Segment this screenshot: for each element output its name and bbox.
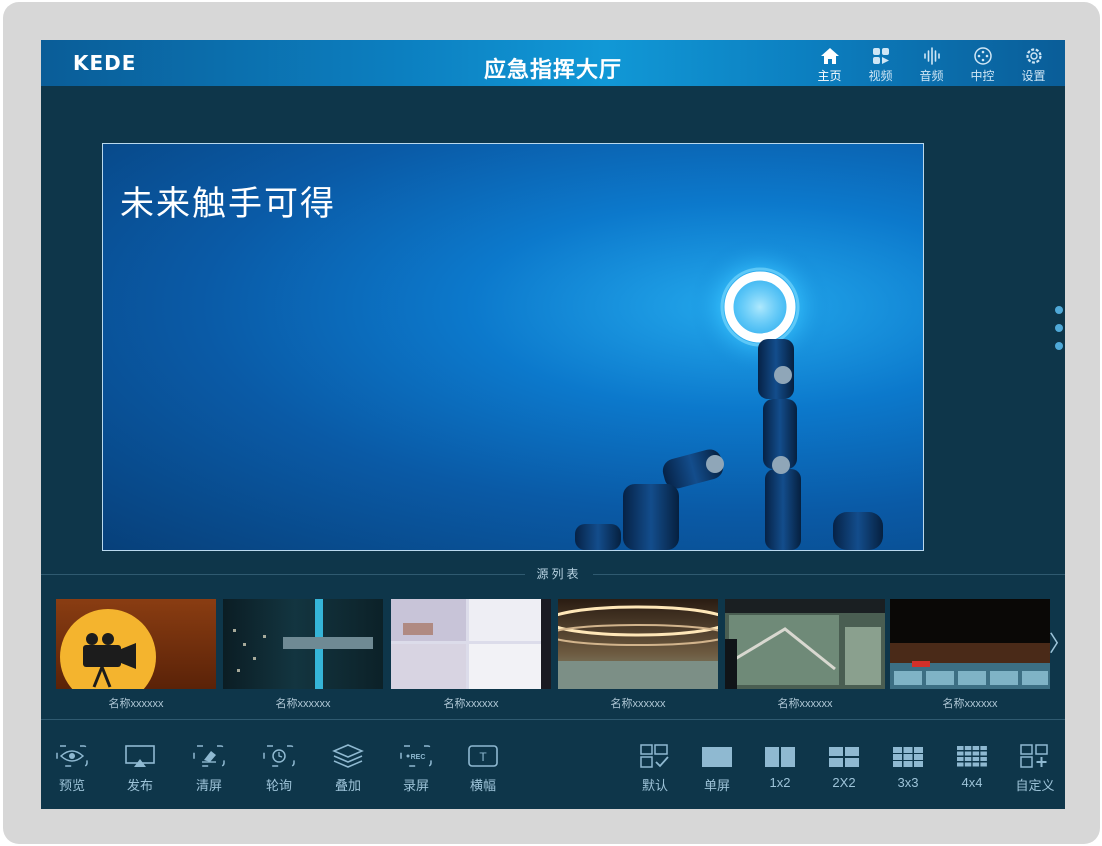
video-grid-icon [872,48,889,64]
source-name: 名称xxxxxx [443,698,499,710]
source-list-title: 源列表 [525,564,593,584]
overlay-button[interactable]: 叠加 [320,743,376,794]
gear-icon [1025,48,1042,64]
source-name: 名称xxxxxx [610,698,666,710]
nav-home-label: 主页 [817,69,842,83]
layout-2x2-label: 2X2 [832,775,856,790]
source-thumb[interactable] [558,599,718,689]
video-camera-icon [60,609,156,689]
main-preview-screen[interactable]: 未来触手可得 [102,143,924,551]
nav-settings[interactable]: 设置 [1008,44,1059,84]
nav-settings-label: 设置 [1021,69,1046,83]
layout-2x2-button[interactable]: 2X2 [816,743,872,790]
layout-3x3-icon [893,747,923,767]
nav-video[interactable]: 视频 [855,44,906,84]
layout-custom-label: 自定义 [1015,778,1055,793]
layout-1x1-icon [702,747,732,767]
eraser-icon [193,745,225,767]
layout-3x3-button[interactable]: 3x3 [880,743,936,790]
record-screen-label: 录屏 [402,778,429,793]
layout-4x4-button[interactable]: 4x4 [944,743,1000,790]
layers-icon [332,744,364,768]
nav-control[interactable]: 中控 [957,44,1008,84]
nav-audio[interactable]: 音频 [906,44,957,84]
publish-button[interactable]: 发布 [112,743,168,794]
nav-audio-label: 音频 [919,69,944,83]
eye-icon [56,745,88,767]
layout-3x3-label: 3x3 [897,775,919,790]
command-center-image [890,643,1050,689]
source-name: 名称xxxxxx [777,698,833,710]
layout-single-label: 单屏 [703,778,730,793]
source-next-arrow[interactable]: 〉 [1049,626,1065,658]
audio-wave-icon [923,47,940,65]
dot [1055,342,1063,350]
header-bar: KEDE 应急指挥大厅 主页 视频 音频 中控 设置 [41,40,1065,86]
preview-button[interactable]: 预览 [44,743,100,794]
publish-label: 发布 [126,778,153,793]
layout-4x4-icon [957,746,987,767]
layout-2x2-icon [829,747,859,767]
polling-label: 轮询 [265,778,292,793]
banner-label: 横幅 [469,778,496,793]
top-nav: 主页 视频 音频 中控 设置 [804,44,1059,84]
source-name: 名称xxxxxx [942,698,998,710]
more-options-handle[interactable] [1055,306,1063,360]
banner-badge: T [479,750,487,764]
layout-4x4-label: 4x4 [961,775,983,790]
source-thumb[interactable] [391,599,551,689]
banner-button[interactable]: T 横幅 [455,743,511,794]
control-icon [973,47,992,65]
surveillance-grid-image [725,599,885,689]
nav-control-label: 中控 [970,69,995,83]
rec-badge: REC [411,754,426,761]
room-monitor-image [391,599,551,689]
preview-slogan: 未来触手可得 [120,185,336,223]
record-screen-button[interactable]: REC 录屏 [388,743,444,794]
video-wall-image [558,605,718,689]
layout-custom-button[interactable]: 自定义 [1007,743,1063,794]
control-room-image [233,599,373,689]
source-name: 名称xxxxxx [108,698,164,710]
source-thumb[interactable] [725,599,885,689]
layout-default-icon [640,744,669,768]
dot [1055,306,1063,314]
clear-screen-button[interactable]: 清屏 [181,743,237,794]
layout-1x2-button[interactable]: 1x2 [752,743,808,790]
layout-1x2-icon [765,747,795,767]
nav-home[interactable]: 主页 [804,44,855,84]
source-name: 名称xxxxxx [275,698,331,710]
nav-video-label: 视频 [868,69,893,83]
polling-button[interactable]: 轮询 [251,743,307,794]
preview-label: 预览 [58,778,85,793]
overlay-label: 叠加 [334,778,361,793]
layout-default-button[interactable]: 默认 [627,743,683,794]
dot [1055,324,1063,332]
source-thumb[interactable] [890,599,1050,689]
home-icon [820,48,839,64]
layout-1x2-label: 1x2 [769,775,791,790]
banner-icon: T [468,745,498,767]
app-window: KEDE 应急指挥大厅 主页 视频 音频 中控 设置 未来触手可得 源列表 〈 … [41,40,1065,809]
layout-single-button[interactable]: 单屏 [689,743,745,794]
toolbar-divider [41,719,1065,720]
source-thumb[interactable] [56,599,216,689]
cast-icon [125,745,155,767]
timer-icon [263,745,295,767]
source-thumb[interactable] [223,599,383,689]
layout-default-label: 默认 [641,778,668,793]
layout-custom-icon [1020,744,1048,768]
clear-screen-label: 清屏 [195,778,222,793]
record-icon: REC [400,745,432,767]
